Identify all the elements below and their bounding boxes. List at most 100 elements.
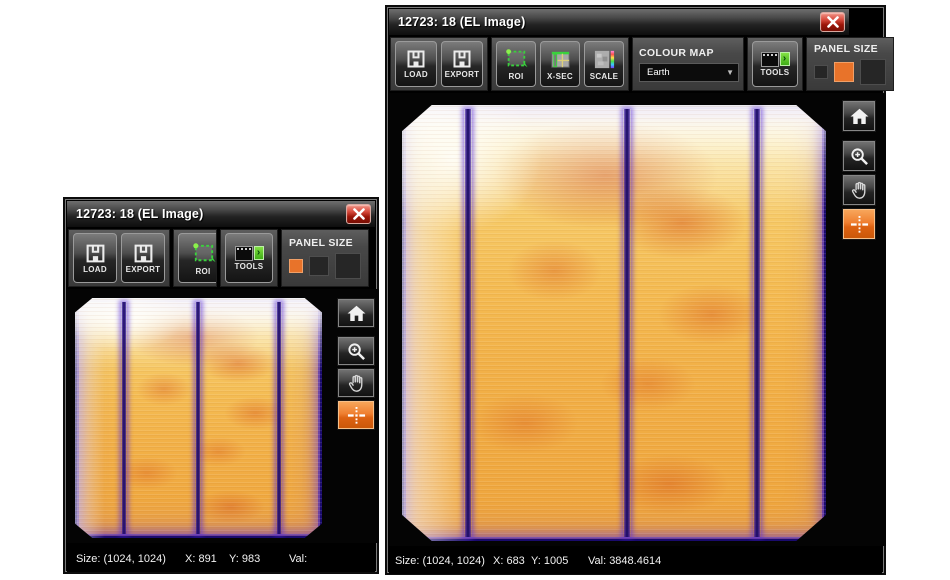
toolbar: LOAD EXPORT <box>68 229 369 287</box>
scale-button-label: SCALE <box>590 72 619 81</box>
close-icon <box>826 16 840 28</box>
tools-arrow-glyph: › <box>780 52 790 66</box>
zoom-in-icon <box>347 342 366 361</box>
crosshair-icon <box>347 406 366 425</box>
busbar <box>276 302 282 534</box>
desktop-background: 12723: 18 (EL Image) LOAD <box>0 0 950 580</box>
file-button-group: LOAD EXPORT <box>68 229 170 287</box>
panel-size-medium[interactable] <box>834 62 854 82</box>
panel-size-group: PANEL SIZE <box>281 229 369 287</box>
close-button[interactable] <box>820 12 845 32</box>
close-button[interactable] <box>346 204 371 224</box>
tools-arrow-glyph: › <box>254 246 264 260</box>
toolbar: LOAD EXPORT <box>390 37 894 91</box>
tools-panel-icon: › <box>235 246 264 261</box>
colour-scale-icon <box>593 48 616 71</box>
roi-selection-icon <box>504 47 528 71</box>
panel-size-options <box>289 253 361 279</box>
image-viewport <box>67 289 379 543</box>
image-size-readout: Size: (1024, 1024) <box>395 555 485 567</box>
tools-button-group: › TOOLS <box>747 37 803 91</box>
view-tool-column <box>337 298 375 430</box>
roi-button-group: ROI <box>173 229 217 287</box>
panel-size-large[interactable] <box>335 253 361 279</box>
hand-icon <box>348 374 365 393</box>
zoom-button[interactable] <box>842 140 876 172</box>
xsec-button-label: X-SEC <box>547 72 573 81</box>
zoom-button[interactable] <box>337 336 375 366</box>
el-viewer-window-small: 12723: 18 (EL Image) LOAD <box>63 197 379 574</box>
analysis-button-group: ROI X-SEC <box>491 37 629 91</box>
floppy-disk-icon <box>132 243 155 264</box>
el-cell-image[interactable] <box>402 105 826 541</box>
crosshair-icon <box>850 215 869 234</box>
image-viewport <box>389 93 886 546</box>
roi-button[interactable]: ROI <box>496 41 536 87</box>
panel-size-label: PANEL SIZE <box>814 43 878 55</box>
roi-button-label: ROI <box>508 72 523 81</box>
tools-button-label: TOOLS <box>235 262 264 271</box>
tools-window-glyph <box>761 52 779 67</box>
load-button[interactable]: LOAD <box>73 233 117 283</box>
cursor-x-readout: X: 891 <box>185 553 217 565</box>
floppy-disk-icon <box>84 243 107 264</box>
panel-size-small[interactable] <box>814 65 828 79</box>
el-cell-image[interactable] <box>75 298 322 538</box>
busbar <box>623 109 631 537</box>
busbar <box>464 109 472 537</box>
colour-map-label: COLOUR MAP <box>639 47 714 59</box>
crosshair-button[interactable] <box>842 208 876 240</box>
window-title: 12723: 18 (EL Image) <box>76 207 203 221</box>
export-button-label: EXPORT <box>126 265 161 274</box>
crosshair-button[interactable] <box>337 400 375 430</box>
pan-button[interactable] <box>842 174 876 206</box>
close-icon <box>352 208 366 220</box>
colour-map-select[interactable]: Earth ▼ <box>639 63 739 82</box>
panel-size-small[interactable] <box>289 259 303 273</box>
panel-size-group: PANEL SIZE <box>806 37 894 91</box>
cursor-x-readout: X: 683 <box>493 555 525 567</box>
title-bar[interactable]: 12723: 18 (EL Image) <box>389 9 849 35</box>
busbar <box>753 109 761 537</box>
scale-button[interactable]: SCALE <box>584 41 624 87</box>
view-tool-column <box>842 100 876 240</box>
cross-section-icon <box>549 48 572 71</box>
export-button[interactable]: EXPORT <box>121 233 165 283</box>
home-view-button[interactable] <box>842 100 876 132</box>
panel-size-label: PANEL SIZE <box>289 237 353 249</box>
window-title: 12723: 18 (EL Image) <box>398 15 525 29</box>
home-icon <box>850 108 869 125</box>
pixel-value-readout: Val: <box>289 553 307 565</box>
panel-size-large[interactable] <box>860 59 886 85</box>
home-view-button[interactable] <box>337 298 375 328</box>
zoom-in-icon <box>850 147 869 166</box>
floppy-disk-icon <box>405 49 427 69</box>
file-button-group: LOAD EXPORT <box>390 37 488 91</box>
colour-map-group: COLOUR MAP Earth ▼ <box>632 37 744 91</box>
tools-button-label: TOOLS <box>761 68 790 77</box>
cursor-y-readout: Y: 983 <box>229 553 260 565</box>
tools-window-glyph <box>235 246 253 261</box>
load-button[interactable]: LOAD <box>395 41 437 87</box>
export-button-label: EXPORT <box>445 70 480 79</box>
colour-map-value: Earth <box>647 67 670 78</box>
busbar <box>121 302 127 534</box>
xsec-button[interactable]: X-SEC <box>540 41 580 87</box>
pixel-value-readout: Val: 3848.4614 <box>588 555 661 567</box>
image-size-readout: Size: (1024, 1024) <box>76 553 166 565</box>
pan-button[interactable] <box>337 368 375 398</box>
title-bar[interactable]: 12723: 18 (EL Image) <box>67 201 375 227</box>
tools-button-group: › TOOLS <box>220 229 278 287</box>
status-bar: Size: (1024, 1024) X: 683 Y: 1005 Val: 3… <box>389 548 882 574</box>
panel-size-medium[interactable] <box>309 256 329 276</box>
roi-button-label: ROI <box>195 267 210 276</box>
el-viewer-window-large: 12723: 18 (EL Image) LOAD <box>385 5 886 575</box>
roi-button[interactable]: ROI <box>178 233 217 283</box>
export-button[interactable]: EXPORT <box>441 41 483 87</box>
load-button-label: LOAD <box>83 265 107 274</box>
tools-panel-icon: › <box>761 52 790 67</box>
tools-button[interactable]: › TOOLS <box>225 233 273 283</box>
status-bar: Size: (1024, 1024) X: 891 Y: 983 Val: <box>67 545 375 572</box>
floppy-disk-icon <box>451 49 473 69</box>
tools-button[interactable]: › TOOLS <box>752 41 798 87</box>
